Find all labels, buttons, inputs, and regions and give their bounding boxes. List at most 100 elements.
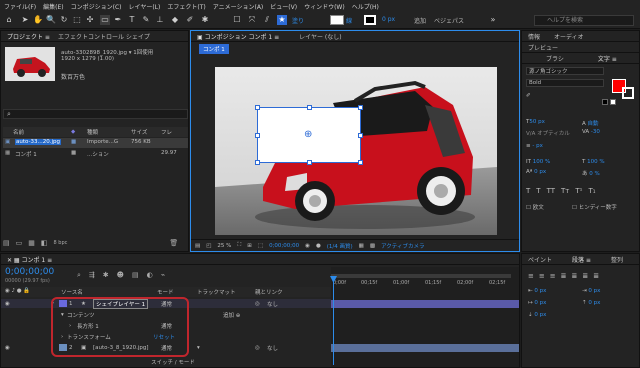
hand-tool-icon[interactable]: ✋ (33, 15, 43, 25)
timeline-area[interactable]: 0;00f 00;15f 01;00f 01;15f 02;00f 02;15f (330, 267, 519, 367)
eye-icon[interactable]: ◉ (5, 301, 10, 307)
new-comp-icon[interactable]: ▦ (28, 239, 35, 247)
time-ruler[interactable]: 0;00f 00;15f 01;00f 01;15f 02;00f 02;15f (331, 280, 519, 290)
menu-effect[interactable]: エフェクト(T) (167, 2, 205, 11)
selection-tool-icon[interactable]: ➤ (20, 15, 30, 25)
brush-tool-icon[interactable]: ✎ (141, 15, 151, 25)
small-caps-icon[interactable]: Tт (561, 187, 569, 195)
tab-paragraph[interactable]: 段落 ≡ (572, 255, 591, 264)
tab-preview[interactable]: プレビュー (528, 43, 558, 52)
tab-project[interactable]: プロジェクト ≡ (7, 32, 50, 41)
menu-edit[interactable]: 編集(E) (43, 2, 63, 11)
camera-dropdown[interactable]: アクティブカメラ (381, 242, 424, 250)
menu-view[interactable]: ビュー(V) (270, 2, 297, 11)
snapshot-icon[interactable]: ◉ (305, 243, 310, 249)
rotate-tool-icon[interactable]: ↻ (59, 15, 69, 25)
puppet-pin-tool-icon[interactable]: ✱ (200, 15, 210, 25)
latin-checkbox[interactable]: ☐ 欧文 (526, 203, 544, 211)
tab-paint[interactable]: ペイント (528, 255, 552, 264)
snap-extra-icon[interactable]: ⫽ (262, 15, 272, 25)
tab-info[interactable]: 情報 (528, 32, 540, 41)
justify-all-icon[interactable]: ≣ (593, 272, 599, 280)
bezier-path-label[interactable]: ベジェパス (434, 16, 464, 25)
anchor-point-icon[interactable]: ⊕ (304, 130, 312, 140)
help-search-input[interactable]: ヘルプを検索 (534, 15, 634, 26)
current-time-indicator[interactable] (333, 277, 334, 365)
menu-help[interactable]: ヘルプ(H) (352, 2, 379, 11)
project-search-input[interactable]: ⌕ (3, 109, 188, 119)
menu-window[interactable]: ウィンドウ(W) (304, 2, 345, 11)
timeline-timecode[interactable]: 0;00;00;00 (5, 267, 54, 277)
tracking-field[interactable]: VA -30 (582, 129, 600, 135)
bounding-handle[interactable] (358, 133, 363, 138)
tab-composition[interactable]: ▣ コンポジション コンポ 1 ≡ (197, 32, 279, 41)
menu-layer[interactable]: レイヤー(L) (129, 2, 161, 11)
snapping-toggle-icon[interactable]: ☐ (232, 15, 242, 25)
stroke-label[interactable]: 線 (346, 16, 352, 25)
stroke-width-value[interactable]: 0 px (382, 16, 395, 23)
grid-icon[interactable]: ⊞ (247, 243, 252, 249)
col-mode[interactable]: モード (157, 288, 174, 296)
col-name[interactable]: 名前 (13, 128, 24, 136)
baseline-shift-field[interactable]: Aª 0 px (526, 169, 546, 175)
indent-left-field[interactable]: ⇤ 0 px (528, 288, 546, 294)
camera-tool-icon[interactable]: ⬚ (72, 15, 82, 25)
tsume-field[interactable]: あ 0 % (582, 169, 600, 177)
rectangle-tool-icon[interactable]: ▭ (100, 15, 110, 25)
layer-parent[interactable]: なし (267, 300, 278, 308)
pen-tool-icon[interactable]: ✒ (113, 15, 123, 25)
font-family-dropdown[interactable]: 源ノ角ゴシック (526, 67, 604, 75)
tab-align[interactable]: 整列 (611, 255, 623, 264)
first-indent-field[interactable]: ↦ 0 px (528, 300, 546, 306)
expand-icon[interactable]: » (488, 15, 498, 25)
stroke-width-field[interactable]: ≡ - px (526, 143, 543, 149)
mask-icon[interactable]: ⬚ (258, 243, 263, 249)
eye-icon[interactable]: ◉ (5, 345, 10, 351)
justify-right-icon[interactable]: ≣ (582, 272, 588, 280)
star-tool-icon[interactable]: ★ (277, 15, 287, 25)
trkmat-dropdown[interactable]: ▾ (197, 345, 200, 351)
horizontal-scale-field[interactable]: T 100 % (582, 159, 605, 165)
add-label[interactable]: 追加 (414, 16, 426, 25)
table-row[interactable]: ▦ コンポ 1 ■ ...ション 29.97 (3, 149, 188, 159)
tab-brush[interactable]: ブラシ (546, 54, 564, 63)
all-caps-icon[interactable]: TT (547, 187, 555, 195)
preview-always-icon[interactable]: ▤ (195, 243, 200, 249)
new-folder-icon[interactable]: ▭ (16, 239, 23, 247)
search-icon[interactable]: ⌕ (77, 271, 81, 280)
tab-audio[interactable]: オーディオ (554, 32, 584, 41)
region-icon[interactable]: ▦ (359, 243, 364, 249)
parent-pickwhip-icon[interactable]: ◎ (255, 345, 260, 351)
fit-icon[interactable]: ⛶ (237, 242, 241, 249)
layer-1-bar[interactable] (331, 300, 519, 308)
layer-2-bar[interactable] (331, 344, 519, 352)
transparency-grid-icon[interactable]: ▩ (370, 243, 375, 249)
menu-animation[interactable]: アニメーション(A) (213, 2, 264, 11)
work-area-bar[interactable] (331, 274, 511, 278)
space-before-field[interactable]: ⇡ 0 px (582, 300, 600, 306)
interpret-footage-icon[interactable]: ▤ (3, 239, 10, 247)
clone-stamp-tool-icon[interactable]: ⊥ (155, 15, 165, 25)
leading-field[interactable]: A 自動 (582, 119, 599, 127)
zoom-value[interactable]: 25 % (217, 243, 231, 249)
fill-label[interactable]: 塗り (292, 16, 304, 25)
parent-pickwhip-icon[interactable]: ◎ (255, 301, 260, 307)
eraser-tool-icon[interactable]: ◆ (170, 15, 180, 25)
faux-italic-icon[interactable]: T (536, 187, 540, 195)
tab-timeline-comp[interactable]: ✕ ▦ コンポ 1 ≡ (7, 255, 52, 264)
tab-layer[interactable]: レイヤー (なし) (299, 32, 341, 41)
zoom-tool-icon[interactable]: 🔍 (46, 15, 56, 25)
bounding-handle[interactable] (358, 160, 363, 165)
bounding-handle[interactable] (307, 160, 312, 165)
frame-blend-icon[interactable]: ▤ (132, 271, 139, 280)
shy-icon[interactable]: ☻ (117, 271, 124, 280)
vertical-scale-field[interactable]: IT 100 % (526, 159, 550, 165)
snapping-options-icon[interactable]: ⤧ (247, 15, 257, 25)
pan-behind-tool-icon[interactable]: ✣ (85, 15, 95, 25)
bounding-handle[interactable] (307, 105, 312, 110)
tab-character[interactable]: 文字 ≡ (598, 54, 617, 63)
kerning-field[interactable]: V/A オプティカル (526, 129, 570, 137)
col-type[interactable]: 種類 (87, 128, 98, 136)
faux-bold-icon[interactable]: T (526, 187, 530, 195)
eyedropper-icon[interactable]: ✐ (526, 93, 531, 99)
